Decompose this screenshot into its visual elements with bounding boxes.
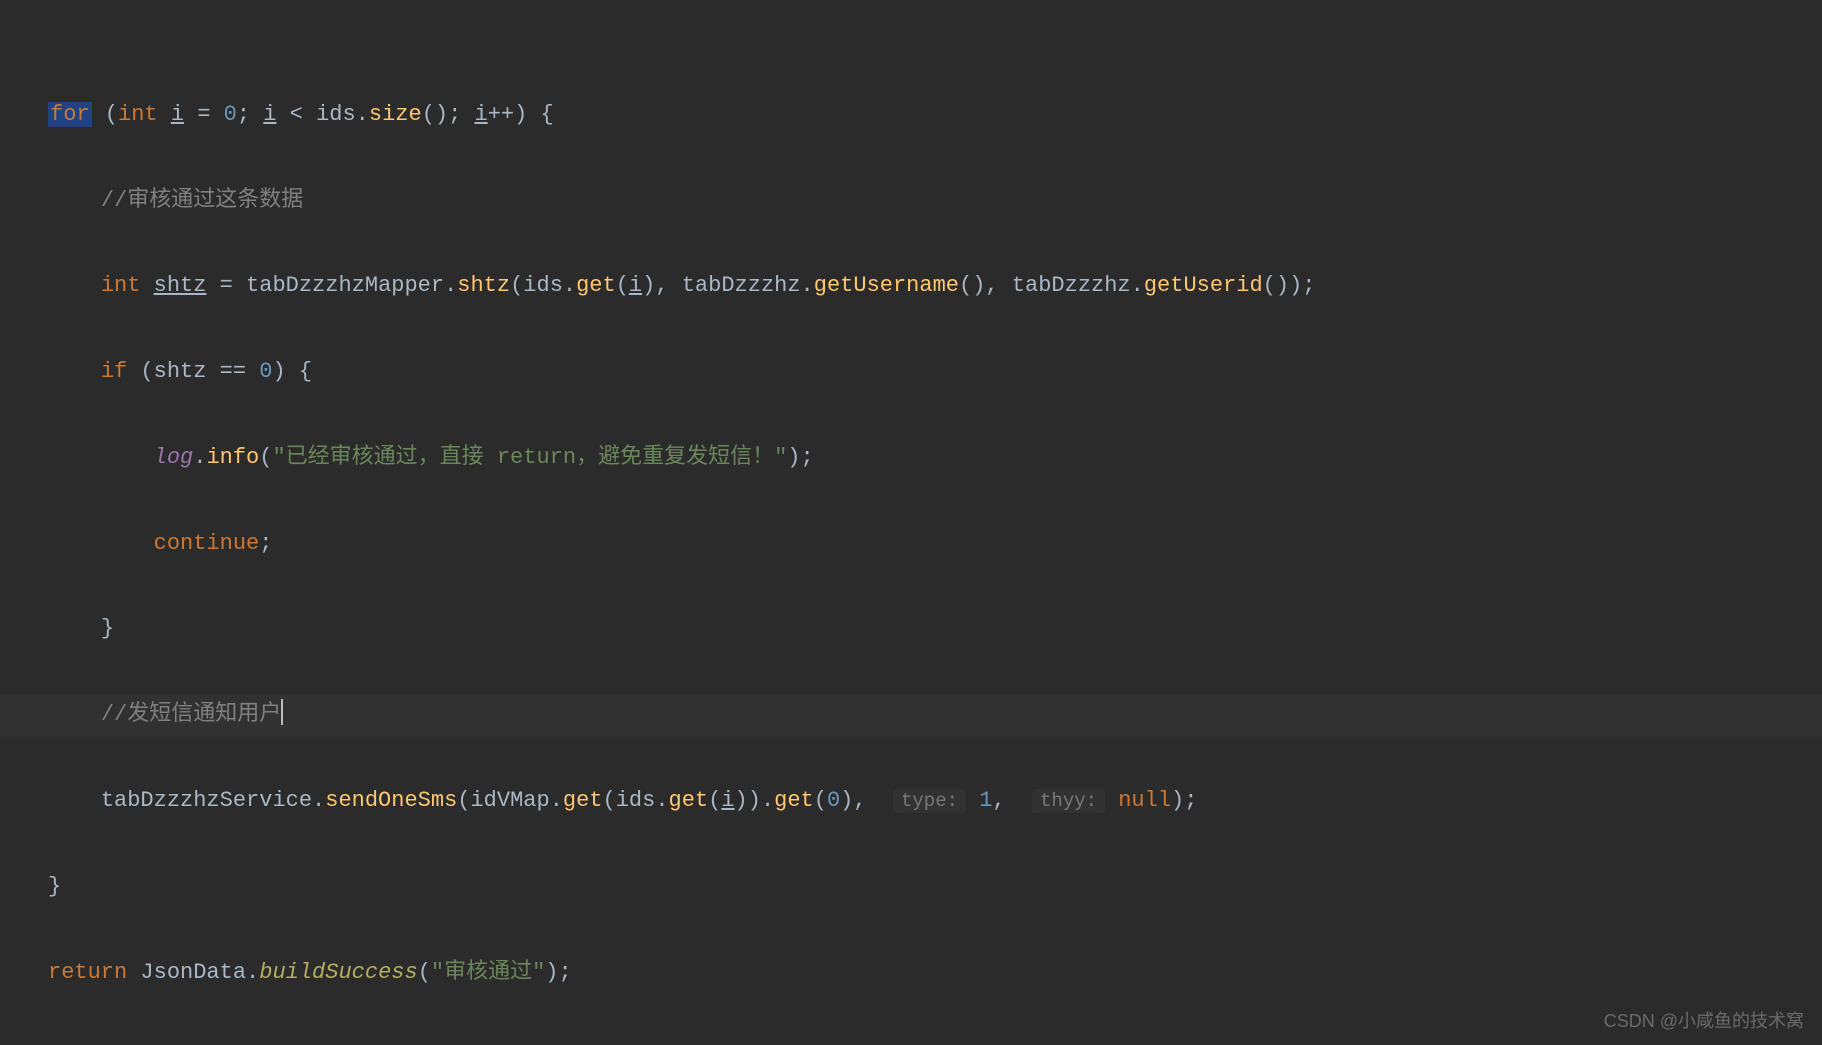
code-line-9[interactable]: tabDzzzhzService.sendOneSms(idVMap.get(i… [0, 780, 1822, 823]
keyword-for: for [48, 102, 92, 127]
code-line-1[interactable]: for (int i = 0; i < ids.size(); i++) { [0, 94, 1822, 137]
code-line-6[interactable]: continue; [0, 523, 1822, 566]
field-log: log [154, 445, 194, 470]
comment: //审核通过这条数据 [101, 188, 303, 213]
keyword-int: int [101, 273, 141, 298]
code-line-8[interactable]: //发短信通知用户 [0, 694, 1822, 737]
param-hint-type: type: [893, 789, 966, 813]
method-buildSuccess: buildSuccess [259, 960, 417, 985]
string-literal: "审核通过" [431, 960, 545, 985]
code-line-11[interactable]: return JsonData.buildSuccess("审核通过"); [0, 952, 1822, 995]
var-i: i [721, 788, 734, 813]
keyword-return: return [48, 960, 127, 985]
watermark-text: CSDN @小咸鱼的技术窝 [1604, 1004, 1804, 1039]
method-shtz: shtz [457, 273, 510, 298]
keyword-continue: continue [154, 531, 260, 556]
brace-close: } [48, 874, 61, 899]
var-i: i [629, 273, 642, 298]
code-line-3[interactable]: int shtz = tabDzzzhzMapper.shtz(ids.get(… [0, 265, 1822, 308]
method-get: get [774, 788, 814, 813]
number-zero: 0 [259, 359, 272, 384]
number-zero: 0 [224, 102, 237, 127]
keyword-null: null [1118, 788, 1171, 813]
method-info: info [206, 445, 259, 470]
code-line-10[interactable]: } [0, 866, 1822, 909]
method-get: get [563, 788, 603, 813]
comment: //发短信通知用户 [101, 702, 281, 727]
var-i: i [263, 102, 276, 127]
keyword-int: int [118, 102, 158, 127]
method-getUsername: getUsername [814, 273, 959, 298]
param-hint-thyy: thyy: [1032, 789, 1105, 813]
keyword-if: if [101, 359, 127, 384]
string-literal: "已经审核通过，直接 return，避免重复发短信！" [272, 445, 787, 470]
method-getUserid: getUserid [1144, 273, 1263, 298]
method-sendOneSms: sendOneSms [325, 788, 457, 813]
code-line-2[interactable]: //审核通过这条数据 [0, 180, 1822, 223]
var-shtz: shtz [154, 273, 207, 298]
number-zero: 0 [827, 788, 840, 813]
method-get: get [576, 273, 616, 298]
var-i: i [171, 102, 184, 127]
brace-close: } [101, 616, 114, 641]
method-get: get [669, 788, 709, 813]
var-i: i [475, 102, 488, 127]
method-size: size [369, 102, 422, 127]
code-line-4[interactable]: if (shtz == 0) { [0, 351, 1822, 394]
code-line-7[interactable]: } [0, 608, 1822, 651]
code-editor[interactable]: for (int i = 0; i < ids.size(); i++) { /… [0, 8, 1822, 1037]
code-line-5[interactable]: log.info("已经审核通过，直接 return，避免重复发短信！"); [0, 437, 1822, 480]
number-one: 1 [979, 788, 992, 813]
text-cursor [281, 699, 283, 725]
